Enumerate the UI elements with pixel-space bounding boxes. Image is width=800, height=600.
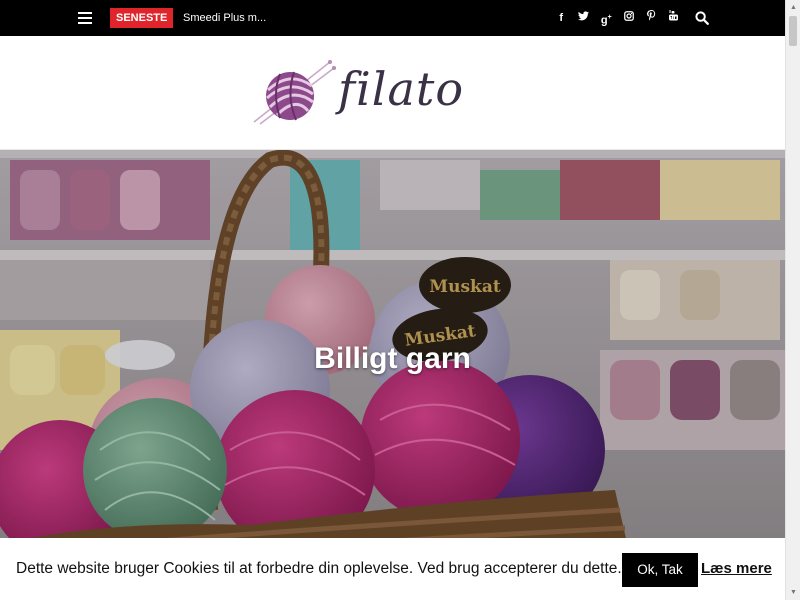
top-bar: SENESTE Smeedi Plus m... f g+ bbox=[0, 0, 785, 36]
instagram-icon[interactable] bbox=[618, 9, 641, 30]
scroll-down-arrow-icon[interactable]: ▼ bbox=[786, 585, 800, 600]
news-ticker-link[interactable]: Smeedi Plus m... bbox=[183, 10, 266, 26]
google-plus-icon[interactable]: g+ bbox=[595, 9, 618, 30]
cookie-accept-button[interactable]: Ok, Tak bbox=[622, 553, 698, 587]
page: SENESTE Smeedi Plus m... f g+ filato Mus… bbox=[0, 0, 785, 600]
twitter-icon[interactable] bbox=[573, 9, 596, 30]
scroll-thumb[interactable] bbox=[789, 16, 797, 46]
site-header: filato bbox=[0, 36, 785, 150]
cookie-banner: Dette website bruger Cookies til at forb… bbox=[0, 538, 785, 600]
search-icon[interactable] bbox=[695, 11, 709, 25]
social-links: f g+ bbox=[550, 9, 685, 30]
hero-banner[interactable]: Muskat Muskat Billigt garn bbox=[0, 150, 785, 600]
cookie-message: Dette website bruger Cookies til at forb… bbox=[16, 560, 622, 577]
site-logo[interactable]: filato bbox=[250, 60, 480, 130]
logo-text: filato bbox=[338, 62, 465, 116]
pinterest-icon[interactable] bbox=[640, 9, 663, 30]
hero-title[interactable]: Billigt garn bbox=[0, 342, 785, 376]
hamburger-menu-icon[interactable] bbox=[78, 12, 92, 24]
facebook-icon[interactable]: f bbox=[550, 9, 573, 30]
cookie-read-more-link[interactable]: Læs mere bbox=[701, 560, 772, 577]
youtube-icon[interactable] bbox=[663, 9, 686, 30]
latest-badge: SENESTE bbox=[110, 8, 174, 28]
yarn-ball-logo-icon bbox=[253, 60, 336, 125]
scroll-up-arrow-icon[interactable]: ▲ bbox=[786, 0, 800, 15]
page-scrollbar[interactable]: ▲ ▼ bbox=[785, 0, 800, 600]
